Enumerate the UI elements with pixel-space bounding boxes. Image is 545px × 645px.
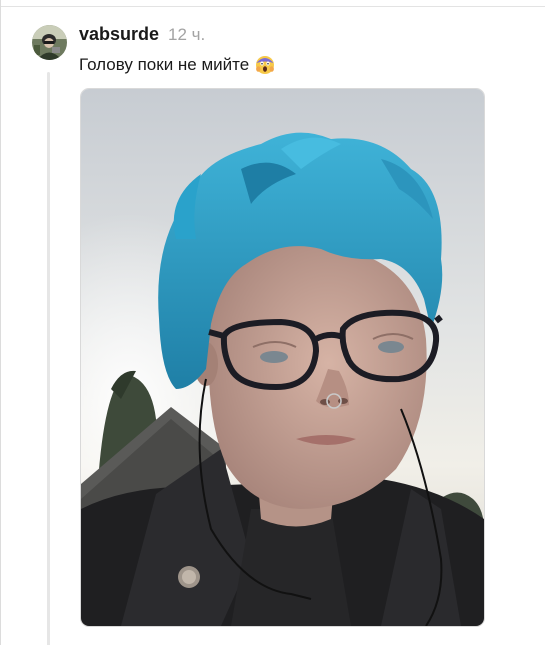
comment: vabsurde 12 ч. Голову поки не мийте [0, 0, 545, 645]
comment-panel: vabsurde 12 ч. Голову поки не мийте [0, 0, 545, 645]
comment-text: Голову поки не мийте [79, 55, 250, 74]
avatar[interactable] [32, 25, 67, 60]
username-link[interactable]: vabsurde [79, 24, 159, 45]
comment-header: vabsurde 12 ч. [79, 24, 205, 45]
face-screaming-in-fear-icon [255, 55, 275, 75]
timestamp-link[interactable]: 12 ч. [168, 25, 205, 45]
avatar-image [32, 25, 67, 60]
comment-body: Голову поки не мийте [79, 55, 275, 75]
attached-photo[interactable] [80, 88, 485, 627]
thread-line[interactable] [47, 72, 50, 645]
selfie-photo [81, 89, 484, 626]
